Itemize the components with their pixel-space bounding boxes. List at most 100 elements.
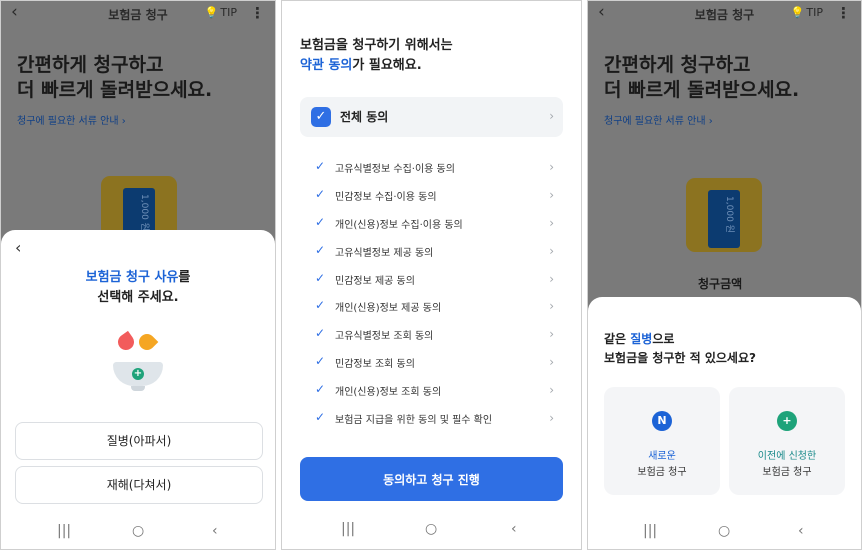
red-capsule-icon <box>114 330 138 354</box>
app-bar: ‹ 보험금 청구 💡 TIP ⋮ <box>1 1 275 29</box>
nav-back-icon[interactable]: ‹ <box>212 523 218 539</box>
terms-list: ✓ 고유식별정보 수집·이용 동의 › ✓ 민감정보 수집·이용 동의 › ✓ 개인(신용… <box>300 155 563 434</box>
tip-label: TIP <box>806 6 823 19</box>
terms-headline-suffix: 가 필요해요. <box>352 58 422 73</box>
check-icon[interactable]: ✓ <box>315 298 325 312</box>
nav-back-icon[interactable]: ‹ <box>798 523 804 539</box>
term-label: 개인(신용)정보 조회 동의 <box>335 387 442 399</box>
nav-back-icon[interactable]: ‹ <box>511 521 517 537</box>
money-illustration: 1,000 원 <box>686 178 762 252</box>
term-label: 고유식별정보 조회 동의 <box>335 331 434 343</box>
home-icon[interactable]: ○ <box>425 521 437 537</box>
term-label: 개인(신용)정보 제공 동의 <box>335 303 442 315</box>
new-claim-title: 새로운 <box>648 451 676 462</box>
banknote-label: 1,000 원 <box>138 194 149 231</box>
recents-icon[interactable]: ||| <box>643 523 657 539</box>
chevron-right-icon[interactable]: › <box>549 355 554 369</box>
term-item[interactable]: ✓ 민감정보 수집·이용 동의 › <box>300 183 563 211</box>
sheet-title-prefix: 같은 <box>604 332 631 346</box>
lightbulb-icon: 💡 <box>204 6 219 19</box>
claim-amount-label: 청구금액 <box>698 277 743 291</box>
term-item[interactable]: ✓ 고유식별정보 조회 동의 › <box>300 322 563 350</box>
new-badge-icon: N <box>652 411 672 431</box>
term-item[interactable]: ✓ 민감정보 조회 동의 › <box>300 350 563 378</box>
check-icon[interactable]: ✓ <box>315 382 325 396</box>
new-claim-card[interactable]: N 새로운 보험금 청구 <box>604 387 720 495</box>
chevron-right-icon[interactable]: › <box>549 109 554 123</box>
check-icon[interactable]: ✓ <box>315 271 325 285</box>
term-label: 개인(신용)정보 수집·이용 동의 <box>335 219 463 231</box>
yellow-capsule-icon <box>135 330 159 354</box>
term-item[interactable]: ✓ 개인(신용)정보 제공 동의 › <box>300 294 563 322</box>
check-icon[interactable]: ✓ <box>315 410 325 424</box>
term-item[interactable]: ✓ 개인(신용)정보 조회 동의 › <box>300 378 563 406</box>
plus-icon: + <box>777 411 797 431</box>
agree-all-row[interactable]: ✓ 전체 동의 › <box>300 97 563 137</box>
check-icon[interactable]: ✓ <box>315 215 325 229</box>
docs-guide-link[interactable]: 청구에 필요한 서류 안내 › <box>604 112 713 127</box>
term-item[interactable]: ✓ 민감정보 제공 동의 › <box>300 267 563 295</box>
terms-headline: 보험금을 청구하기 위해서는 약관 동의가 필요해요. <box>300 36 453 76</box>
checkbox-checked-icon[interactable]: ✓ <box>311 107 331 127</box>
illness-option-button[interactable]: 질병(아파서) <box>15 422 263 460</box>
chevron-right-icon[interactable]: › <box>549 272 554 286</box>
new-claim-subtitle: 보험금 청구 <box>637 467 687 478</box>
check-icon[interactable]: ✓ <box>315 243 325 257</box>
tip-button[interactable]: 💡 TIP <box>791 6 823 19</box>
reason-bottom-sheet: ‹ 보험금 청구 사유를 선택해 주세요. + 질병(아파서) 재해(다쳐서) … <box>1 230 275 549</box>
sheet-title-line-2: 선택해 주세요. <box>97 290 179 305</box>
sheet-title: 같은 질병으로 보험금을 청구한 적 있으세요? <box>604 330 756 368</box>
screen-claim-history: ‹ 보험금 청구 💡 TIP ⋮ 간편하게 청구하고 더 빠르게 돌려받으세요. … <box>587 0 862 550</box>
banknote-icon: 1,000 원 <box>708 190 740 248</box>
term-label: 민감정보 조회 동의 <box>335 359 415 371</box>
plus-icon: + <box>132 368 144 380</box>
sheet-title-highlight: 질병 <box>630 332 653 346</box>
term-label: 민감정보 제공 동의 <box>335 275 415 287</box>
medicine-bowl-illustration: + <box>113 330 163 398</box>
sheet-title-line-2: 보험금을 청구한 적 있으세요? <box>604 351 756 365</box>
chevron-right-icon[interactable]: › <box>549 160 554 174</box>
accident-option-button[interactable]: 재해(다쳐서) <box>15 466 263 504</box>
sheet-title-highlight: 보험금 청구 사유 <box>85 270 179 285</box>
recents-icon[interactable]: ||| <box>57 523 71 539</box>
sheet-title-suffix: 으로 <box>652 332 675 346</box>
bowl-foot <box>131 386 145 391</box>
chevron-right-icon[interactable]: › <box>549 411 554 425</box>
previous-claim-card[interactable]: + 이전에 신청한 보험금 청구 <box>729 387 845 495</box>
more-icon[interactable]: ⋮ <box>250 4 265 22</box>
tip-button[interactable]: 💡 TIP <box>205 6 237 19</box>
term-item[interactable]: ✓ 고유식별정보 제공 동의 › <box>300 239 563 267</box>
term-label: 민감정보 수집·이용 동의 <box>335 191 437 203</box>
check-icon[interactable]: ✓ <box>315 159 325 173</box>
home-icon[interactable]: ○ <box>718 523 730 539</box>
system-nav-bar: ||| ○ ‹ <box>1 523 275 545</box>
more-icon[interactable]: ⋮ <box>836 4 851 22</box>
check-icon[interactable]: ✓ <box>315 354 325 368</box>
chevron-right-icon[interactable]: › <box>549 244 554 258</box>
headline-line-2: 더 빠르게 돌려받으세요. <box>17 79 213 101</box>
chevron-right-icon[interactable]: › <box>549 216 554 230</box>
home-icon[interactable]: ○ <box>132 523 144 539</box>
term-item[interactable]: ✓ 보험금 지급을 위한 동의 및 필수 확인 › <box>300 406 563 434</box>
sheet-title-suffix: 를 <box>178 270 191 285</box>
screen-claim-reason: ‹ 보험금 청구 💡 TIP ⋮ 간편하게 청구하고 더 빠르게 돌려받으세요. … <box>0 0 276 550</box>
agree-and-proceed-button[interactable]: 동의하고 청구 진행 <box>300 457 563 501</box>
docs-guide-link[interactable]: 청구에 필요한 서류 안내 › <box>17 112 126 127</box>
lightbulb-icon: 💡 <box>790 6 805 19</box>
term-item[interactable]: ✓ 개인(신용)정보 수집·이용 동의 › <box>300 211 563 239</box>
terms-headline-highlight: 약관 동의 <box>300 58 353 73</box>
recents-icon[interactable]: ||| <box>341 521 355 537</box>
app-bar: ‹ 보험금 청구 💡 TIP ⋮ <box>588 1 861 29</box>
agree-all-label: 전체 동의 <box>340 110 389 124</box>
chevron-right-icon[interactable]: › <box>549 299 554 313</box>
chevron-right-icon[interactable]: › <box>549 188 554 202</box>
headline-line-1: 간편하게 청구하고 <box>604 54 751 76</box>
term-label: 고유식별정보 제공 동의 <box>335 247 434 259</box>
sheet-back-icon[interactable]: ‹ <box>15 238 21 257</box>
term-item[interactable]: ✓ 고유식별정보 수집·이용 동의 › <box>300 155 563 183</box>
chevron-right-icon[interactable]: › <box>549 327 554 341</box>
chevron-right-icon[interactable]: › <box>549 383 554 397</box>
screen-terms-agreement: 보험금을 청구하기 위해서는 약관 동의가 필요해요. ✓ 전체 동의 › ✓ 고… <box>281 0 582 550</box>
check-icon[interactable]: ✓ <box>315 326 325 340</box>
check-icon[interactable]: ✓ <box>315 187 325 201</box>
